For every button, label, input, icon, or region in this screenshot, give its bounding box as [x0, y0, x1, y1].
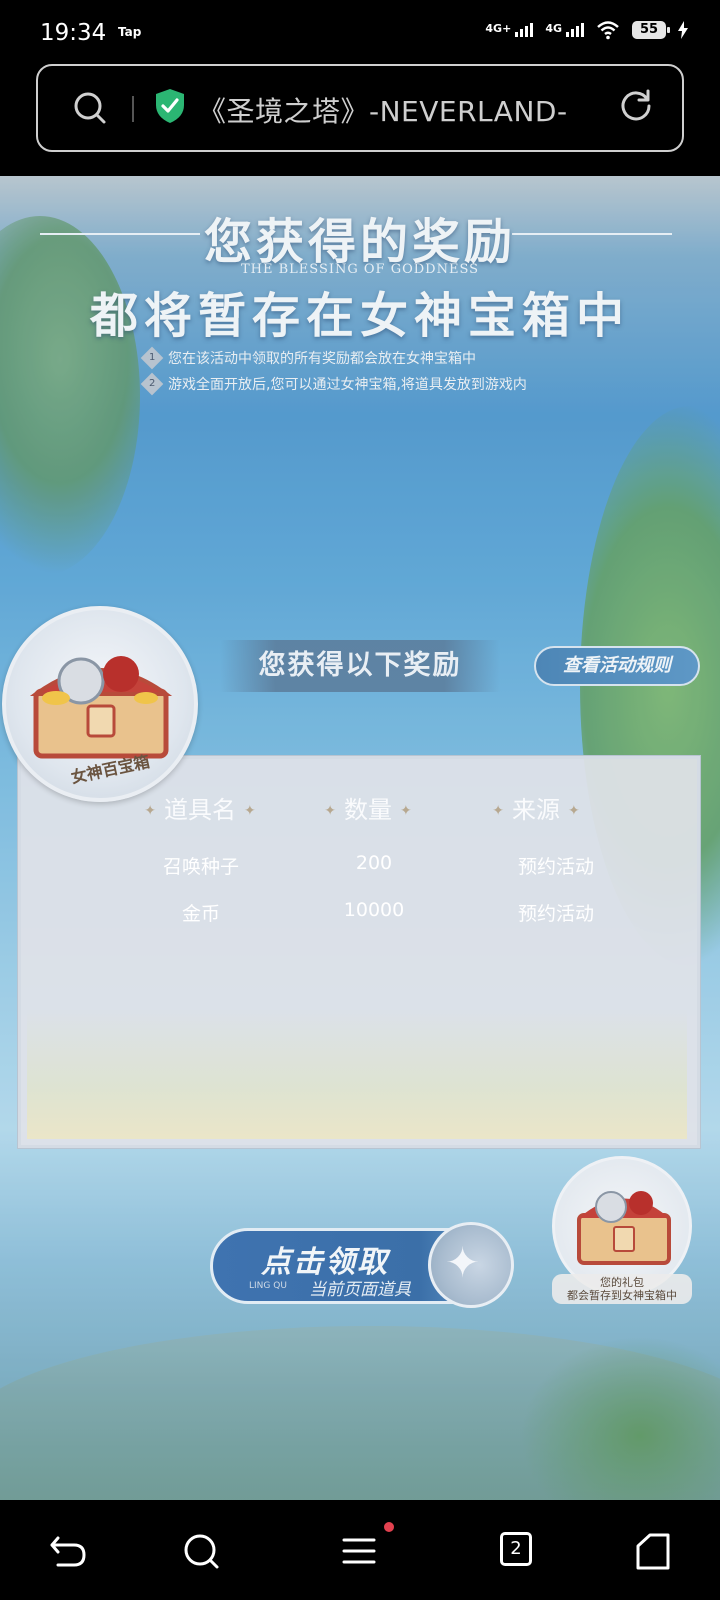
menu-icon[interactable]	[338, 1530, 382, 1574]
column-header-item: 道具名	[120, 790, 280, 825]
note-1: 1 您在该活动中领取的所有奖励都会放在女神宝箱中	[140, 346, 476, 370]
status-indicators: 4G+ 4G 55	[485, 20, 688, 40]
sparkle-icon: ✦	[445, 1238, 481, 1287]
item-quantity: 10000	[343, 899, 405, 921]
banner-subtitle: THE BLESSING OF GODDNESS	[240, 262, 480, 277]
gift-caption: 您的礼包 都会暂存到女神宝箱中	[552, 1274, 692, 1304]
status-bar: 19:34 Tap 4G+ 4G 55	[0, 0, 720, 64]
signal-icon: 4G	[545, 23, 584, 37]
address-bar[interactable]: 《圣境之塔》-NEVERLAND-	[36, 64, 684, 152]
notification-dot	[384, 1522, 394, 1532]
column-header-source: 来源	[456, 790, 616, 825]
back-icon[interactable]	[46, 1530, 90, 1574]
search-icon[interactable]	[72, 90, 108, 126]
shield-check-icon[interactable]	[154, 88, 186, 124]
status-time: 19:34	[40, 20, 107, 46]
tap-app-badge: Tap	[118, 25, 142, 39]
note-text: 您在该活动中领取的所有奖励都会放在女神宝箱中	[168, 351, 476, 367]
reload-icon[interactable]	[618, 88, 654, 124]
signal-icon: 4G+	[485, 22, 534, 37]
banner-title-line2: 都将暂存在女神宝箱中	[89, 288, 630, 344]
rewards-heading: 您获得以下奖励	[220, 640, 500, 692]
signal1-label: 4G+	[485, 22, 512, 35]
battery-icon: 55	[632, 21, 670, 39]
treasure-chest-icon	[29, 656, 173, 759]
item-name: 召唤种子	[162, 856, 239, 878]
address-divider	[132, 96, 134, 122]
url-text[interactable]: 《圣境之塔》-NEVERLAND-	[198, 90, 588, 130]
column-header-quantity: 数量	[288, 790, 448, 825]
claim-pinyin: LING QU	[249, 1281, 287, 1291]
browser-bottom-nav: 2	[0, 1500, 720, 1600]
browser-toolbar: 《圣境之塔》-NEVERLAND-	[0, 64, 720, 176]
note-text: 游戏全面开放后,您可以通过女神宝箱,将道具发放到游戏内	[168, 377, 527, 393]
note-number: 1	[140, 346, 164, 370]
view-rules-button[interactable]: 查看活动规则	[534, 646, 700, 686]
item-quantity: 200	[355, 852, 393, 874]
search-icon[interactable]	[180, 1530, 224, 1574]
tab-count: 2	[500, 1532, 532, 1566]
item-source: 预约活动	[517, 856, 594, 878]
home-icon[interactable]	[632, 1530, 676, 1574]
wifi-icon	[597, 21, 619, 40]
gift-chest-icon	[577, 1191, 671, 1265]
signal2-label: 4G	[545, 22, 562, 35]
panel-art	[27, 1009, 687, 1139]
item-name: 金币	[181, 903, 220, 925]
claim-sublabel: 当前页面道具	[309, 1280, 411, 1300]
charging-icon	[678, 21, 688, 39]
event-page: 您获得的奖励 THE BLESSING OF GODDNESS 都将暂存在女神宝…	[0, 176, 720, 1500]
note-number: 2	[140, 372, 164, 396]
tabs-button[interactable]: 2	[498, 1530, 542, 1574]
item-source: 预约活动	[517, 903, 594, 925]
note-2: 2 游戏全面开放后,您可以通过女神宝箱,将道具发放到游戏内	[140, 372, 527, 396]
